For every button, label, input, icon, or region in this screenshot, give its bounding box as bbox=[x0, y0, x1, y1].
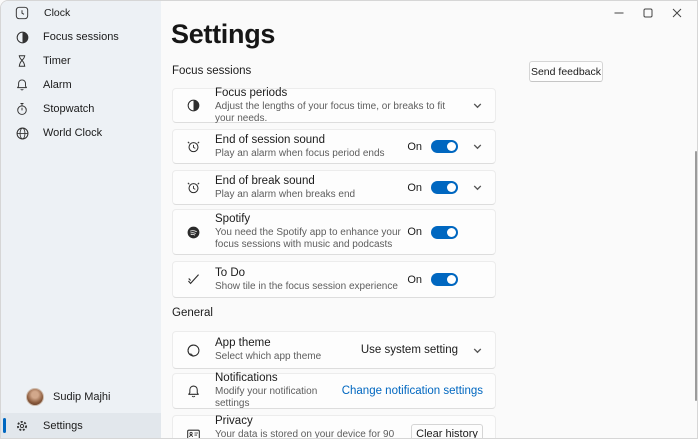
gear-icon bbox=[14, 418, 30, 434]
minimize-button[interactable] bbox=[604, 1, 633, 25]
user-account-row[interactable]: Sudip Majhi bbox=[1, 383, 161, 411]
card-description: Show tile in the focus session experienc… bbox=[215, 281, 407, 293]
section-focus-sessions: Focus sessions bbox=[172, 65, 251, 77]
card-description: Modify your notification settings bbox=[215, 386, 342, 410]
to-do-toggle[interactable] bbox=[431, 273, 458, 286]
sidebar-footer: Sudip Majhi Settings bbox=[1, 383, 161, 438]
clock-app-icon bbox=[14, 5, 30, 21]
selected-indicator bbox=[3, 418, 6, 433]
focus-sessions-icon bbox=[14, 29, 30, 45]
card-texts: To Do Show tile in the focus session exp… bbox=[215, 267, 407, 293]
clock-app-window: Clock Focus sessions Timer Alarm Stopwat… bbox=[0, 0, 698, 439]
privacy-icon bbox=[185, 426, 202, 439]
card-title: To Do bbox=[215, 267, 407, 280]
sidebar-item-timer[interactable]: Timer bbox=[1, 49, 161, 73]
card-texts: App theme Select which app theme bbox=[215, 337, 361, 363]
alarm-clock-icon bbox=[185, 138, 202, 155]
spotify-icon bbox=[185, 224, 202, 241]
card-title: Spotify bbox=[215, 213, 407, 226]
sidebar-item-label: Timer bbox=[43, 55, 71, 67]
todo-icon bbox=[185, 271, 202, 288]
card-spotify[interactable]: Spotify You need the Spotify app to enha… bbox=[172, 209, 496, 255]
card-end-of-session-sound[interactable]: End of session sound Play an alarm when … bbox=[172, 129, 496, 164]
card-description: Play an alarm when breaks end bbox=[215, 189, 407, 201]
sidebar-item-settings[interactable]: Settings bbox=[1, 413, 161, 438]
bell-icon bbox=[185, 383, 202, 400]
card-focus-periods[interactable]: Focus periods Adjust the lengths of your… bbox=[172, 88, 496, 123]
sidebar-item-label: Alarm bbox=[43, 79, 72, 91]
focus-periods-icon bbox=[185, 97, 202, 114]
close-button[interactable] bbox=[662, 1, 691, 25]
theme-icon bbox=[185, 342, 202, 359]
sidebar-item-alarm[interactable]: Alarm bbox=[1, 73, 161, 97]
page-title: Settings bbox=[171, 19, 275, 50]
card-title: App theme bbox=[215, 337, 361, 350]
toggle-knob bbox=[447, 142, 456, 151]
card-title: End of break sound bbox=[215, 175, 407, 188]
toggle-state-label: On bbox=[407, 274, 422, 286]
toggle-knob bbox=[447, 275, 456, 284]
sidebar-item-stopwatch[interactable]: Stopwatch bbox=[1, 97, 161, 121]
chevron-down-icon[interactable] bbox=[472, 182, 483, 193]
send-feedback-button[interactable]: Send feedback bbox=[529, 61, 603, 82]
card-texts: End of session sound Play an alarm when … bbox=[215, 134, 407, 160]
card-description: Play an alarm when focus period ends bbox=[215, 148, 407, 160]
sidebar-item-label: Focus sessions bbox=[43, 31, 119, 43]
hourglass-icon bbox=[14, 53, 30, 69]
globe-icon bbox=[14, 125, 30, 141]
toggle-state-label: On bbox=[407, 182, 422, 194]
vertical-scrollbar[interactable] bbox=[695, 151, 697, 401]
window-controls bbox=[604, 1, 691, 25]
maximize-button[interactable] bbox=[633, 1, 662, 25]
sidebar: Clock Focus sessions Timer Alarm Stopwat… bbox=[1, 1, 161, 439]
bell-icon bbox=[14, 77, 30, 93]
card-description: Your data is stored on your device for 9… bbox=[215, 429, 411, 439]
card-description: You need the Spotify app to enhance your… bbox=[215, 227, 407, 251]
end-of-break-sound-toggle[interactable] bbox=[431, 181, 458, 194]
chevron-down-icon[interactable] bbox=[472, 100, 483, 111]
toggle-state-label: On bbox=[407, 226, 422, 238]
stopwatch-icon bbox=[14, 101, 30, 117]
card-description: Adjust the lengths of your focus time, o… bbox=[215, 101, 458, 125]
card-title: End of session sound bbox=[215, 134, 407, 147]
sidebar-item-label: Settings bbox=[43, 420, 83, 432]
card-notifications[interactable]: Notifications Modify your notification s… bbox=[172, 373, 496, 409]
sidebar-item-label: World Clock bbox=[43, 127, 102, 139]
card-texts: Notifications Modify your notification s… bbox=[215, 372, 342, 410]
card-title: Notifications bbox=[215, 372, 342, 385]
card-privacy[interactable]: Privacy Your data is stored on your devi… bbox=[172, 415, 496, 439]
toggle-knob bbox=[447, 228, 456, 237]
user-name: Sudip Majhi bbox=[53, 391, 110, 403]
section-general: General bbox=[172, 307, 213, 319]
card-texts: Focus periods Adjust the lengths of your… bbox=[215, 87, 458, 125]
toggle-state-label: On bbox=[407, 141, 422, 153]
card-end-of-break-sound[interactable]: End of break sound Play an alarm when br… bbox=[172, 170, 496, 205]
end-of-session-sound-toggle[interactable] bbox=[431, 140, 458, 153]
user-avatar bbox=[26, 388, 44, 406]
app-title-row: Clock bbox=[1, 1, 161, 25]
sidebar-item-world-clock[interactable]: World Clock bbox=[1, 121, 161, 145]
chevron-down-icon[interactable] bbox=[472, 345, 483, 356]
card-texts: End of break sound Play an alarm when br… bbox=[215, 175, 407, 201]
sidebar-item-focus-sessions[interactable]: Focus sessions bbox=[1, 25, 161, 49]
card-title: Privacy bbox=[215, 415, 411, 428]
card-title: Focus periods bbox=[215, 87, 458, 100]
card-app-theme[interactable]: App theme Select which app theme Use sys… bbox=[172, 331, 496, 369]
change-notification-settings-link[interactable]: Change notification settings bbox=[342, 385, 483, 397]
card-to-do[interactable]: To Do Show tile in the focus session exp… bbox=[172, 261, 496, 298]
spotify-toggle[interactable] bbox=[431, 226, 458, 239]
card-texts: Privacy Your data is stored on your devi… bbox=[215, 415, 411, 439]
settings-page: Settings Focus sessions Send feedback Fo… bbox=[161, 1, 698, 439]
app-theme-dropdown-value[interactable]: Use system setting bbox=[361, 344, 458, 356]
chevron-down-icon[interactable] bbox=[472, 141, 483, 152]
toggle-knob bbox=[447, 183, 456, 192]
alarm-clock-icon bbox=[185, 179, 202, 196]
clear-history-button[interactable]: Clear history bbox=[411, 424, 483, 439]
card-texts: Spotify You need the Spotify app to enha… bbox=[215, 213, 407, 251]
sidebar-item-label: Stopwatch bbox=[43, 103, 94, 115]
app-title: Clock bbox=[44, 7, 70, 19]
card-description: Select which app theme bbox=[215, 351, 361, 363]
